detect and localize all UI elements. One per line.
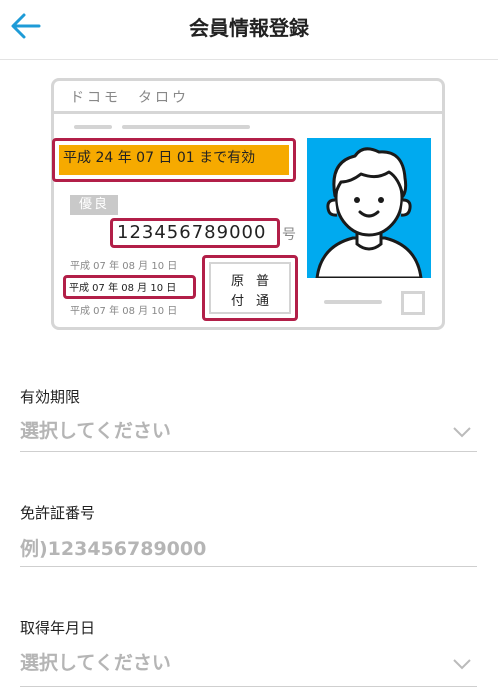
license-date: 平成 07 年 08 月 10 日: [70, 306, 178, 317]
chevron-down-icon[interactable]: [453, 426, 471, 438]
acquired-date-label: 取得年月日: [20, 619, 96, 637]
license-date: 平成 07 年 08 月 10 日: [70, 261, 178, 272]
license-category-box: 原普 付通: [209, 262, 291, 314]
expiry-select[interactable]: 選択してください: [20, 416, 171, 443]
expiry-label: 有効期限: [20, 388, 81, 406]
license-expiry-text: 平成 24 年 07 日 01 まで有効: [59, 145, 289, 175]
divider-bar: [74, 125, 112, 129]
license-number-suffix: 号: [282, 227, 296, 243]
license-holder-name: ドコモ タロウ: [70, 90, 189, 106]
license-number-highlight: 123456789000: [110, 218, 280, 248]
license-category-row: 付通: [230, 294, 281, 309]
license-date: 平成 07 年 08 月 10 日: [69, 283, 177, 294]
acquired-date-select[interactable]: 選択してください: [20, 648, 171, 675]
field-underline: [20, 451, 477, 452]
field-underline: [20, 566, 477, 567]
license-number-input[interactable]: 例)123456789000: [20, 534, 206, 561]
license-category-row: 原普: [230, 274, 281, 289]
license-number-field[interactable]: 免許証番号 例)123456789000: [20, 502, 477, 570]
app-header: 会員情報登録: [0, 0, 498, 60]
field-underline: [20, 686, 477, 687]
stamp-box: [401, 291, 425, 315]
category-highlight: 原普 付通: [202, 255, 298, 321]
license-number-label: 免許証番号: [20, 504, 96, 522]
license-number: 123456789000: [117, 222, 267, 243]
page-title: 会員情報登録: [189, 16, 309, 40]
license-badge: 優良: [70, 195, 118, 215]
divider-bar: [122, 125, 250, 129]
signature-bar: [324, 300, 382, 304]
acquired-date-highlight: 平成 07 年 08 月 10 日: [63, 275, 196, 299]
expiry-field[interactable]: 有効期限 選択してください: [20, 386, 477, 454]
license-name-row: ドコモ タロウ: [54, 81, 442, 114]
portrait-photo: [307, 138, 431, 278]
expiry-highlight: 平成 24 年 07 日 01 まで有効: [52, 138, 296, 182]
person-icon: [315, 147, 423, 278]
chevron-down-icon[interactable]: [453, 658, 471, 670]
acquired-date-field[interactable]: 取得年月日 選択してください: [20, 617, 477, 689]
license-card-illustration: ドコモ タロウ 平成 24 年 07 日 01 まで有効 優良 12345678…: [51, 78, 445, 330]
